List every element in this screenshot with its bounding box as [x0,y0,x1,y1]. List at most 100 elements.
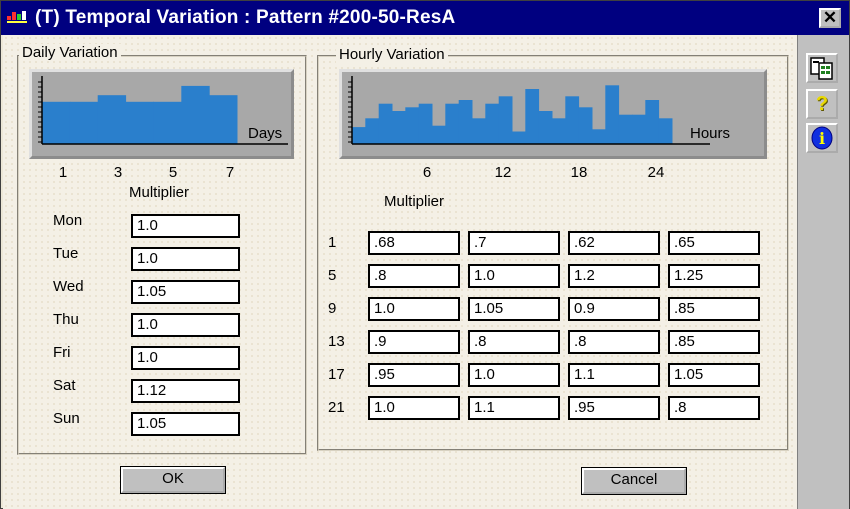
hour-row-label: 21 [328,399,345,416]
info-icon: i [811,126,833,150]
day-label: Mon [53,212,83,229]
day-multiplier-input[interactable]: 1.0 [131,313,240,337]
chart-bar [485,103,500,144]
hour-row-label: 5 [328,267,337,284]
chart-bar [69,101,99,144]
axis-tick-label: 5 [168,164,178,181]
hour-multiplier-input[interactable]: .85 [668,330,760,354]
chart-axis-label: Hours [690,125,730,142]
chart-bar [42,101,71,144]
chart-bar [153,101,182,144]
hour-row-label: 1 [328,234,337,251]
hour-multiplier-input[interactable]: 1.1 [568,363,660,387]
hour-multiplier-input[interactable]: .8 [668,396,760,420]
day-multiplier-input[interactable]: 1.0 [131,247,240,271]
chart-bar [645,100,660,144]
chart-bar [472,118,486,144]
axis-tick-label: 7 [225,164,235,181]
hour-multiplier-input[interactable]: .8 [568,330,660,354]
chart-bar [378,103,393,144]
axis-tick-label: 6 [422,164,432,181]
hour-multiplier-input[interactable]: .85 [668,297,760,321]
day-multiplier-input[interactable]: 1.0 [131,346,240,370]
axis-tick-label: 1 [58,164,68,181]
hourly-chart: Hours [339,69,767,159]
chart-bar [605,85,620,144]
chart-bar [512,131,526,144]
day-label: Sun [53,410,80,427]
axis-tick-label: 12 [494,164,512,181]
copy-button[interactable] [806,53,838,83]
title-bar[interactable]: (T) Temporal Variation : Pattern #200-50… [1,1,849,35]
chart-bar [658,118,673,144]
hour-row-label: 9 [328,300,337,317]
chart-bar [125,101,154,144]
daily-chart-canvas: Days [38,76,288,145]
day-multiplier-input[interactable]: 1.05 [131,280,240,304]
axis-tick-label: 24 [647,164,665,181]
chart-bar [445,103,460,144]
chart-bar [97,95,127,144]
hour-multiplier-input[interactable]: .9 [368,330,460,354]
hour-multiplier-input[interactable]: .7 [468,231,560,255]
temporal-variation-window: (T) Temporal Variation : Pattern #200-50… [0,0,850,509]
chart-bar [632,114,646,144]
daily-variation-title: Daily Variation [19,44,121,61]
chart-bar [458,100,473,144]
app-icon [7,11,27,23]
hourly-chart-canvas: Hours [348,76,730,145]
info-button[interactable]: i [806,123,838,153]
chart-bar [618,114,633,144]
chart-bar [405,107,420,144]
hour-multiplier-input[interactable]: 1.05 [668,363,760,387]
hour-multiplier-input[interactable]: .62 [568,231,660,255]
hour-multiplier-input[interactable]: 1.0 [468,264,560,288]
right-toolbar: ? i [797,35,849,509]
hour-row-label: 13 [328,333,345,350]
hour-multiplier-input[interactable]: .95 [368,363,460,387]
hour-multiplier-input[interactable]: .95 [568,396,660,420]
hour-multiplier-input[interactable]: .8 [468,330,560,354]
chart-bar [552,118,566,144]
axis-tick-label: 3 [113,164,123,181]
ok-button[interactable]: OK [120,466,226,494]
close-button[interactable]: ✕ [819,8,841,28]
chart-bar [538,111,553,144]
hour-multiplier-input[interactable]: 1.0 [368,297,460,321]
chart-bar [365,118,380,144]
help-icon: ? [815,93,829,115]
hour-multiplier-input[interactable]: 1.25 [668,264,760,288]
svg-text:i: i [819,129,825,148]
help-button[interactable]: ? [806,89,838,119]
chart-bar [432,125,446,144]
chart-axis-label: Days [248,125,282,142]
hour-multiplier-input[interactable]: .68 [368,231,460,255]
hour-multiplier-input[interactable]: 1.0 [468,363,560,387]
hourly-multiplier-label: Multiplier [384,193,445,210]
chart-bar [498,96,513,144]
chart-bar [565,96,580,144]
chart-bar [352,127,366,144]
chart-bar [578,107,593,144]
hour-multiplier-input[interactable]: 0.9 [568,297,660,321]
hour-multiplier-input[interactable]: 1.05 [468,297,560,321]
chart-bar [592,129,606,144]
hourly-variation-title: Hourly Variation [336,46,448,63]
hour-multiplier-input[interactable]: 1.0 [368,396,460,420]
hour-multiplier-input[interactable]: 1.1 [468,396,560,420]
hour-multiplier-input[interactable]: .8 [368,264,460,288]
axis-tick-label: 18 [570,164,588,181]
day-multiplier-input[interactable]: 1.05 [131,412,240,436]
day-multiplier-input[interactable]: 1.0 [131,214,240,238]
copy-icon [810,57,833,80]
chart-bar [525,89,540,144]
chart-bar [209,95,238,144]
day-label: Fri [53,344,71,361]
day-label: Sat [53,377,76,394]
hour-multiplier-input[interactable]: 1.2 [568,264,660,288]
hour-multiplier-input[interactable]: .65 [668,231,760,255]
day-label: Thu [53,311,79,328]
daily-chart: Days [29,69,294,159]
day-multiplier-input[interactable]: 1.12 [131,379,240,403]
cancel-button[interactable]: Cancel [581,467,687,495]
